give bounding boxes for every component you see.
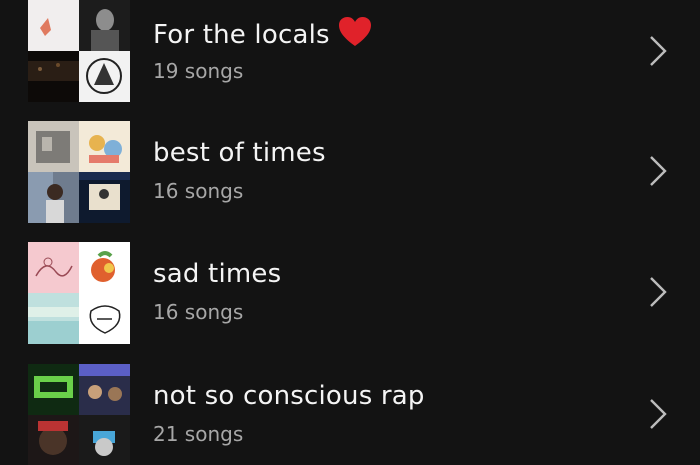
playlist-list: For the locals 19 songs best of times 16…: [0, 0, 700, 465]
playlist-song-count: 21 songs: [153, 422, 244, 446]
album-art: [79, 0, 130, 51]
playlist-row-sad-times[interactable]: sad times 16 songs: [0, 228, 700, 344]
album-art: [28, 415, 79, 465]
album-art: [79, 172, 130, 223]
heart-icon: [338, 16, 372, 55]
album-art: [28, 51, 79, 102]
playlist-song-count: 19 songs: [153, 59, 244, 83]
chevron-right-icon[interactable]: [645, 275, 671, 309]
playlist-cover-mosaic: [28, 242, 130, 344]
album-art: [28, 121, 79, 172]
chevron-right-icon[interactable]: [645, 397, 671, 431]
chevron-right-icon[interactable]: [645, 34, 671, 68]
chevron-right-icon[interactable]: [645, 154, 671, 188]
playlist-row-best-of-times[interactable]: best of times 16 songs: [0, 107, 700, 223]
playlist-title: For the locals: [153, 16, 372, 55]
playlist-cover-mosaic: [28, 121, 130, 223]
playlist-title-text: For the locals: [153, 20, 330, 50]
album-art: [28, 172, 79, 223]
album-art: [79, 364, 130, 415]
playlist-row-for-the-locals[interactable]: For the locals 19 songs: [0, 0, 700, 102]
playlist-title: sad times: [153, 259, 282, 289]
playlist-cover-mosaic: [28, 364, 130, 465]
album-art: [28, 364, 79, 415]
playlist-song-count: 16 songs: [153, 300, 244, 324]
playlist-title: best of times: [153, 138, 326, 168]
album-art: [79, 415, 130, 465]
playlist-cover-mosaic: [28, 0, 130, 102]
album-art: [79, 121, 130, 172]
playlist-song-count: 16 songs: [153, 179, 244, 203]
album-art: [28, 0, 79, 51]
album-art: [79, 242, 130, 293]
album-art: [28, 242, 79, 293]
album-art: [79, 293, 130, 344]
album-art: [28, 293, 79, 344]
playlist-row-not-so-conscious-rap[interactable]: not so conscious rap 21 songs: [0, 350, 700, 465]
album-art: [79, 51, 130, 102]
playlist-title: not so conscious rap: [153, 381, 425, 411]
